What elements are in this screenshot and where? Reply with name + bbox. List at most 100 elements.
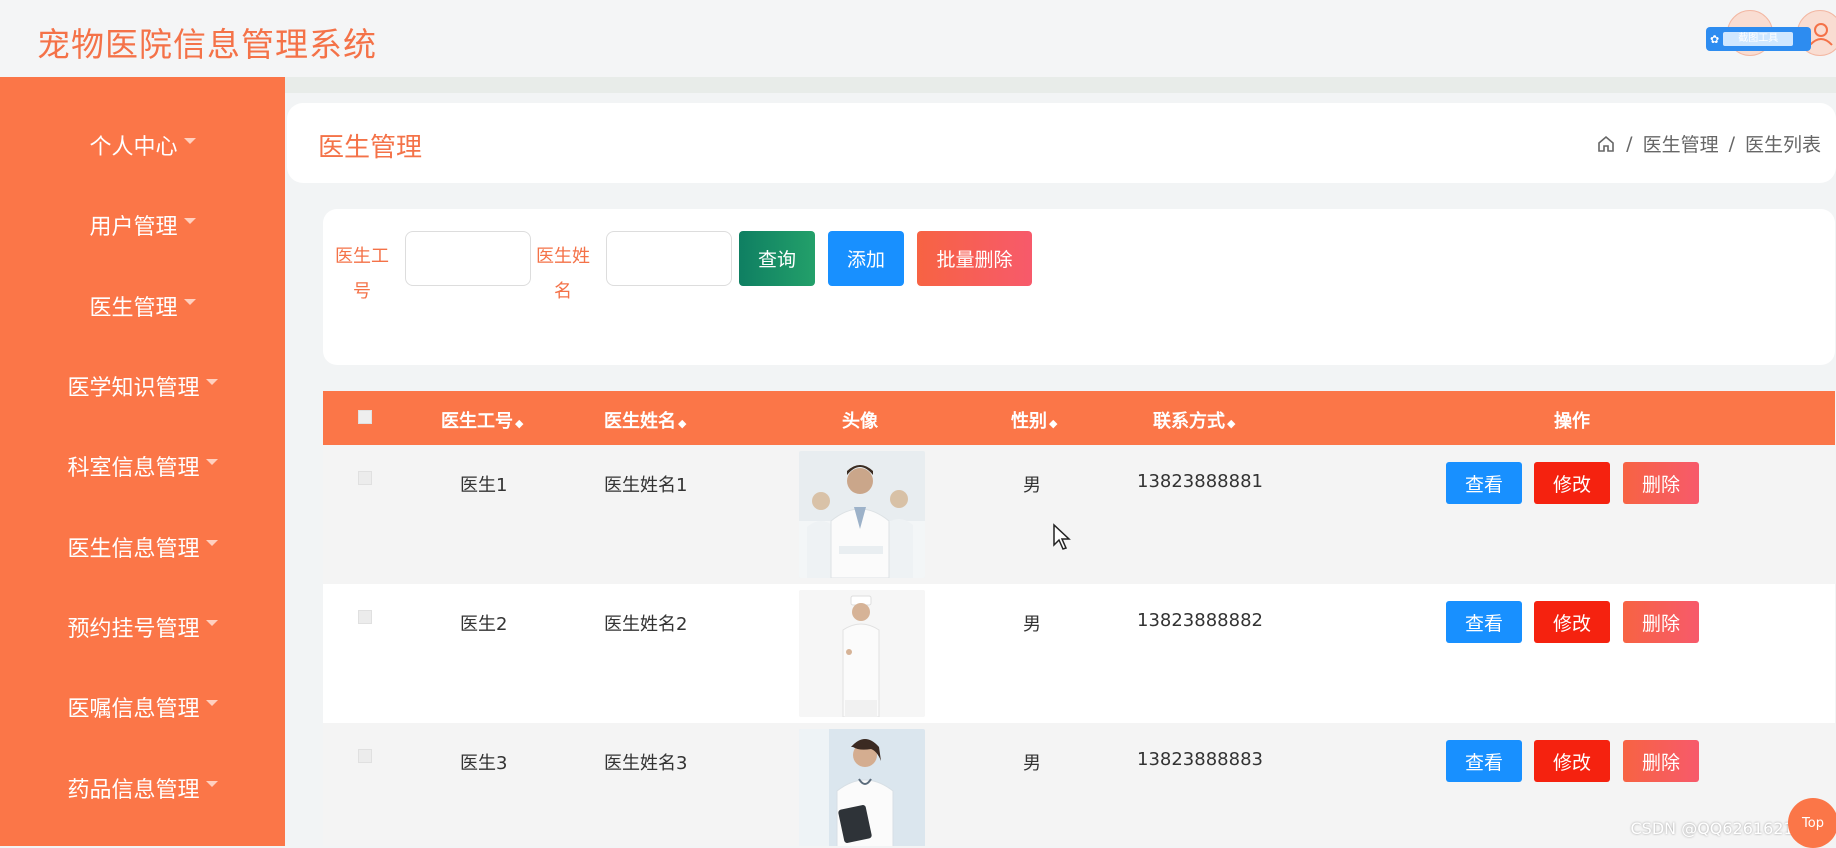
sidebar-item-user-management[interactable]: 用户管理 <box>0 201 285 249</box>
sidebar-item-label: 医生管理 <box>89 290 177 322</box>
sidebar-item-label: 医学知识管理 <box>67 370 199 402</box>
doctor-name-cell: 医生姓名2 <box>604 610 687 636</box>
chevron-down-icon <box>184 218 196 224</box>
badge-label: 截图工具 <box>1723 32 1793 46</box>
chevron-down-icon <box>206 781 218 787</box>
table-row: 医生1 医生姓名1 男 13823888881 查看 修改 删除 <box>323 445 1835 584</box>
sidebar: 个人中心 用户管理 医生管理 医学知识管理 科室信息管理 医生信息管理 预约挂号… <box>0 77 285 846</box>
phone-cell: 13823888881 <box>1137 471 1263 492</box>
column-header-avatar: 头像 <box>842 407 878 433</box>
delete-button[interactable]: 删除 <box>1623 462 1699 504</box>
doctor-name-label-line1: 医生姓 <box>534 231 592 283</box>
breadcrumb: / 医生管理 / 医生列表 <box>1596 130 1821 157</box>
column-header-phone[interactable]: 联系方式◆ <box>1153 407 1235 433</box>
chevron-down-icon <box>184 138 196 144</box>
gender-cell: 男 <box>1023 749 1041 775</box>
breadcrumb-separator: / <box>1729 133 1735 155</box>
watermark: CSDN @QQ626162193 <box>1630 819 1814 838</box>
sidebar-item-doctor-management[interactable]: 医生管理 <box>0 282 285 330</box>
view-button[interactable]: 查看 <box>1446 462 1522 504</box>
row-checkbox[interactable] <box>358 471 372 485</box>
sidebar-item-label: 科室信息管理 <box>67 450 199 482</box>
doctor-avatar <box>799 451 925 578</box>
chevron-down-icon <box>206 459 218 465</box>
gender-cell: 男 <box>1023 471 1041 497</box>
content-top-strip <box>285 77 1836 93</box>
sort-icon[interactable]: ◆ <box>515 417 523 430</box>
sidebar-item-medical-orders[interactable]: 医嘱信息管理 <box>0 683 285 731</box>
doctor-avatar <box>799 729 925 846</box>
column-header-gender[interactable]: 性别◆ <box>1011 407 1057 433</box>
sidebar-item-medical-knowledge[interactable]: 医学知识管理 <box>0 362 285 410</box>
table-row: 医生3 医生姓名3 男 13823888883 查看 修改 删除 <box>323 723 1835 846</box>
doctor-id-input[interactable] <box>405 231 531 286</box>
page-header: 医生管理 / 医生管理 / 医生列表 <box>287 103 1836 183</box>
doctor-id-cell: 医生2 <box>460 610 507 636</box>
sidebar-item-label: 用户管理 <box>89 209 177 241</box>
breadcrumb-item: 医生列表 <box>1745 130 1821 157</box>
doctor-id-label: 医生工 号 <box>333 231 391 301</box>
delete-button[interactable]: 删除 <box>1623 601 1699 643</box>
doctor-table: 医生工号◆ 医生姓名◆ 头像 性别◆ 联系方式◆ 操作 医生1 医生姓名1 <box>323 391 1835 846</box>
sidebar-item-label: 药品信息管理 <box>67 772 199 804</box>
column-header-actions: 操作 <box>1554 407 1590 433</box>
doctor-id-label-line1: 医生工 <box>333 231 391 283</box>
sidebar-item-doctor-info[interactable]: 医生信息管理 <box>0 523 285 571</box>
view-button[interactable]: 查看 <box>1446 601 1522 643</box>
chevron-down-icon <box>206 700 218 706</box>
sort-icon[interactable]: ◆ <box>1049 417 1057 430</box>
sidebar-item-label: 个人中心 <box>89 129 177 161</box>
page-title: 医生管理 <box>318 127 422 164</box>
chevron-down-icon <box>206 540 218 546</box>
table-header: 医生工号◆ 医生姓名◆ 头像 性别◆ 联系方式◆ 操作 <box>323 391 1835 445</box>
screenshot-tool-badge[interactable]: ✿ 截图工具 <box>1706 27 1811 51</box>
edit-button[interactable]: 修改 <box>1534 740 1610 782</box>
app-title: 宠物医院信息管理系统 <box>37 18 377 66</box>
home-icon[interactable] <box>1596 134 1616 154</box>
sidebar-item-department-info[interactable]: 科室信息管理 <box>0 442 285 490</box>
doctor-name-input[interactable] <box>606 231 732 286</box>
chevron-down-icon <box>206 379 218 385</box>
edit-button[interactable]: 修改 <box>1534 601 1610 643</box>
row-checkbox[interactable] <box>358 749 372 763</box>
phone-cell: 13823888882 <box>1137 610 1263 631</box>
breadcrumb-item[interactable]: 医生管理 <box>1643 130 1719 157</box>
sidebar-item-medicine-info[interactable]: 药品信息管理 <box>0 764 285 812</box>
delete-button[interactable]: 删除 <box>1623 740 1699 782</box>
top-bar: 宠物医院信息管理系统 ✿ 截图工具 <box>0 0 1836 77</box>
chevron-down-icon <box>206 620 218 626</box>
doctor-name-cell: 医生姓名3 <box>604 749 687 775</box>
chevron-down-icon <box>184 299 196 305</box>
row-checkbox[interactable] <box>358 610 372 624</box>
back-to-top-button[interactable]: Top <box>1788 798 1836 848</box>
view-button[interactable]: 查看 <box>1446 740 1522 782</box>
doctor-name-label-line2: 名 <box>534 283 592 301</box>
sidebar-item-label: 医嘱信息管理 <box>67 691 199 723</box>
batch-delete-button[interactable]: 批量删除 <box>917 231 1032 286</box>
sort-icon[interactable]: ◆ <box>1227 417 1235 430</box>
doctor-name-label: 医生姓 名 <box>534 231 592 301</box>
edit-button[interactable]: 修改 <box>1534 462 1610 504</box>
doctor-id-cell: 医生1 <box>460 471 507 497</box>
phone-cell: 13823888883 <box>1137 749 1263 770</box>
table-row: 医生2 医生姓名2 男 13823888882 查看 修改 删除 <box>323 584 1835 723</box>
breadcrumb-separator: / <box>1626 133 1632 155</box>
column-header-doctor-id[interactable]: 医生工号◆ <box>441 407 523 433</box>
sidebar-item-appointment[interactable]: 预约挂号管理 <box>0 603 285 651</box>
add-button[interactable]: 添加 <box>828 231 904 286</box>
doctor-id-label-line2: 号 <box>333 283 391 301</box>
doctor-name-cell: 医生姓名1 <box>604 471 687 497</box>
search-button[interactable]: 查询 <box>739 231 815 286</box>
sidebar-item-label: 预约挂号管理 <box>67 611 199 643</box>
search-panel: 医生工 号 医生姓 名 查询 添加 批量删除 <box>323 209 1835 365</box>
doctor-id-cell: 医生3 <box>460 749 507 775</box>
mouse-cursor-icon <box>1052 523 1072 553</box>
select-all-checkbox[interactable] <box>358 410 372 424</box>
doctor-avatar <box>799 590 925 717</box>
paw-icon: ✿ <box>1710 33 1719 46</box>
sort-icon[interactable]: ◆ <box>678 417 686 430</box>
sidebar-item-personal-center[interactable]: 个人中心 <box>0 121 285 169</box>
sidebar-item-label: 医生信息管理 <box>67 531 199 563</box>
column-header-doctor-name[interactable]: 医生姓名◆ <box>604 407 686 433</box>
gender-cell: 男 <box>1023 610 1041 636</box>
